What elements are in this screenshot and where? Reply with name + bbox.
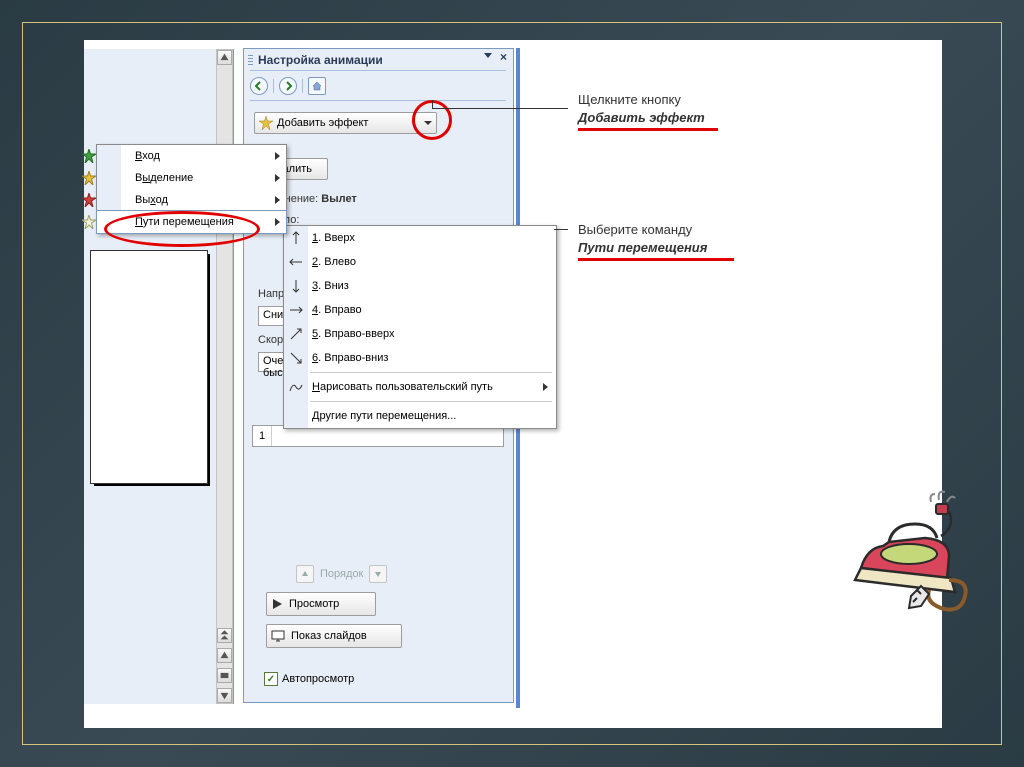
path-more[interactable]: Другие пути перемещения... — [284, 404, 556, 428]
path-custom[interactable]: Нарисовать пользовательский путь — [284, 375, 556, 399]
slide-thumb[interactable] — [90, 250, 208, 484]
path-down-icon — [291, 279, 301, 293]
pane-title: Настройка анимации — [258, 53, 383, 67]
motion-path-submenu: 1. Вверх 2. Влево 3. Вниз 4. Вправо 5. В… — [283, 225, 557, 429]
path-rightdown-icon — [290, 352, 302, 364]
nav-back-button[interactable] — [250, 77, 268, 95]
callout-2-underline — [578, 258, 734, 261]
menu-emphasis[interactable]: Выделение — [97, 167, 286, 189]
order-up-button[interactable] — [296, 565, 314, 583]
play-label: Просмотр — [289, 598, 339, 610]
nav-home-button[interactable] — [308, 77, 326, 95]
path-left[interactable]: 2. Влево — [284, 250, 556, 274]
play-icon — [271, 598, 283, 610]
callout-2: Выберите команду Пути перемещения — [578, 221, 707, 257]
path-right-up[interactable]: 5. Вправо-вверх — [284, 322, 556, 346]
scroll-mid-2[interactable] — [217, 668, 232, 683]
pane-grip[interactable] — [248, 53, 253, 65]
callout-2-line1: Выберите команду — [578, 221, 707, 239]
iron-clipart — [847, 480, 977, 620]
submenu-arrow-icon — [275, 174, 280, 182]
pane-divider — [250, 70, 506, 71]
star-green-icon — [82, 149, 96, 163]
scroll-up-button[interactable] — [217, 50, 232, 65]
path-custom-icon — [289, 381, 303, 393]
slideshow-button[interactable]: Показ слайдов — [266, 624, 402, 648]
submenu-arrow-icon — [543, 383, 548, 391]
submenu-arrow-icon — [275, 152, 280, 160]
star-icon — [259, 116, 273, 130]
submenu-arrow-icon — [275, 218, 280, 226]
order-label: Порядок — [320, 568, 363, 580]
highlight-circle-2 — [104, 211, 260, 247]
star-yellow-icon — [82, 171, 96, 185]
order-down-button[interactable] — [369, 565, 387, 583]
leader-2 — [554, 229, 568, 230]
star-outline-icon — [82, 215, 96, 229]
play-button[interactable]: Просмотр — [266, 592, 376, 616]
autopreview-checkbox[interactable]: ✓ Автопросмотр — [264, 672, 354, 686]
menu-entrance[interactable]: Вход — [97, 145, 286, 167]
path-right-down[interactable]: 6. Вправо-вниз — [284, 346, 556, 370]
leader-1 — [432, 108, 568, 109]
callout-1-underline — [578, 128, 718, 131]
nav-forward-button[interactable] — [279, 77, 297, 95]
pane-divider-2 — [250, 100, 506, 101]
scroll-dbl-up[interactable] — [217, 628, 232, 643]
pane-menu-dropdown[interactable] — [484, 53, 492, 58]
slideshow-icon — [271, 630, 285, 642]
submenu-arrow-icon — [275, 196, 280, 204]
leader-1v — [432, 100, 433, 108]
path-rightup-icon — [290, 328, 302, 340]
effect-number: 1 — [253, 426, 272, 446]
slideshow-label: Показ слайдов — [291, 630, 367, 642]
checkbox-icon: ✓ — [264, 672, 278, 686]
path-right[interactable]: 4. Вправо — [284, 298, 556, 322]
scroll-down-button[interactable] — [217, 688, 232, 703]
path-up[interactable]: 1. Вверх — [284, 226, 556, 250]
add-effect-button[interactable]: Добавить эффект — [254, 112, 437, 134]
path-left-icon — [289, 257, 303, 267]
callout-1-line1: Щелкните кнопку — [578, 91, 705, 109]
pane-nav — [250, 77, 326, 95]
autopreview-label: Автопросмотр — [282, 673, 354, 685]
callout-1: Щелкните кнопку Добавить эффект — [578, 91, 705, 127]
add-effect-label: Добавить эффект — [277, 117, 368, 129]
path-up-icon — [291, 231, 301, 245]
path-right-icon — [289, 305, 303, 315]
scroll-mid-1[interactable] — [217, 648, 232, 663]
star-red-icon — [82, 193, 96, 207]
pane-close-button[interactable]: × — [500, 50, 507, 64]
callout-2-line2: Пути перемещения — [578, 239, 707, 257]
menu-exit[interactable]: Выход — [97, 189, 286, 211]
nav-sep — [273, 79, 274, 93]
order-controls: Порядок — [296, 565, 387, 583]
nav-sep-2 — [302, 79, 303, 93]
path-down[interactable]: 3. Вниз — [284, 274, 556, 298]
callout-1-line2: Добавить эффект — [578, 109, 705, 127]
